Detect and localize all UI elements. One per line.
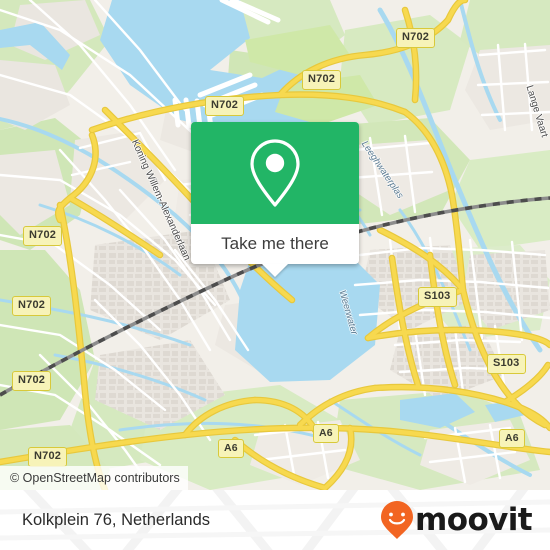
road-shield-n702: N702 (12, 296, 52, 316)
road-shield-a6: A6 (313, 424, 339, 443)
moovit-map-screenshot: N702 N702 N702 N702 N702 N702 N702 S103 … (0, 0, 550, 550)
location-pin-icon (250, 139, 300, 207)
footer-bar: Kolkplein 76, Netherlands moovit (0, 490, 550, 550)
address-label: Kolkplein 76, Netherlands (22, 510, 211, 529)
road-shield-n702: N702 (302, 70, 342, 90)
map-attribution[interactable]: © OpenStreetMap contributors (0, 466, 188, 490)
callout-pointer (262, 264, 288, 277)
moovit-logo[interactable]: moovit (380, 500, 533, 540)
take-me-there-callout[interactable]: Take me there (191, 122, 359, 277)
road-shield-n702: N702 (28, 447, 68, 467)
road-shield-s103: S103 (487, 354, 526, 374)
road-shield-a6: A6 (218, 439, 244, 458)
road-shield-n702: N702 (12, 371, 52, 391)
moovit-wordmark: moovit (415, 501, 533, 538)
callout-footer[interactable]: Take me there (191, 224, 359, 277)
road-shield-n702: N702 (23, 226, 63, 246)
attribution-text: © OpenStreetMap contributors (10, 471, 180, 485)
map-canvas[interactable]: N702 N702 N702 N702 N702 N702 N702 S103 … (0, 0, 550, 490)
road-shield-a6: A6 (499, 429, 525, 448)
road-shield-n702: N702 (396, 28, 436, 48)
take-me-there-label: Take me there (221, 234, 329, 253)
road-shield-s103: S103 (418, 287, 457, 307)
road-shield-n702: N702 (205, 96, 245, 116)
moovit-pin-icon (381, 501, 414, 539)
callout-header (191, 122, 359, 224)
